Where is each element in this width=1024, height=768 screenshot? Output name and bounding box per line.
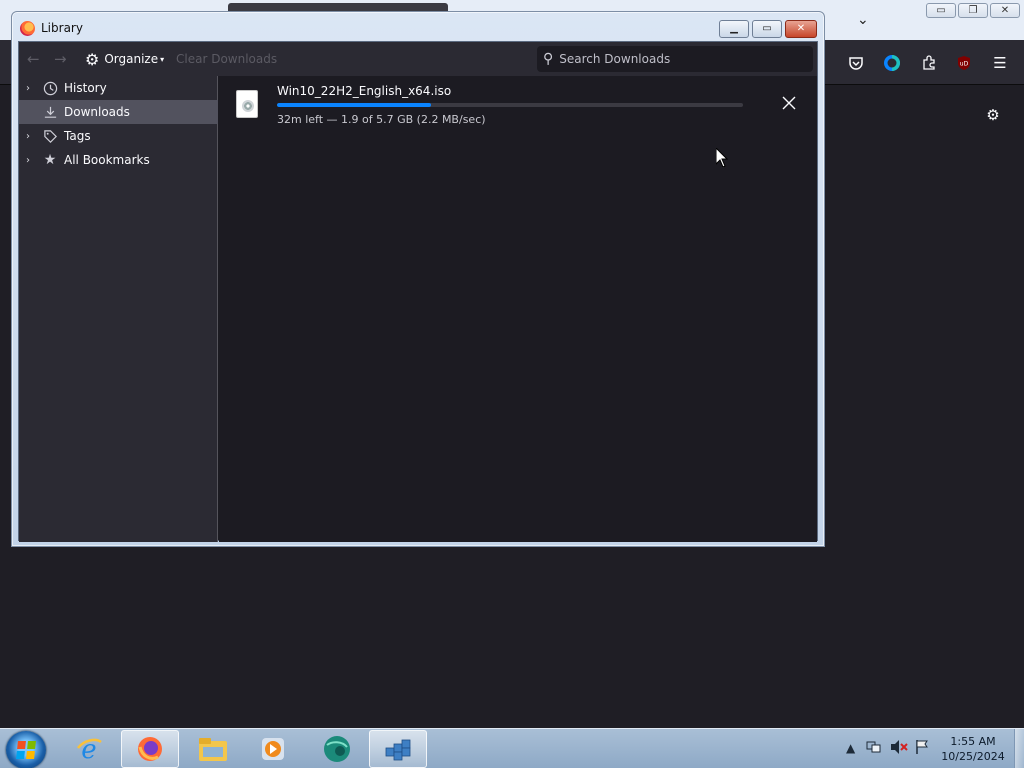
tag-icon [42,128,58,144]
search-downloads-input[interactable] [559,52,780,66]
clear-downloads-button[interactable]: Clear Downloads [176,52,277,66]
taskbar-firefox[interactable] [121,730,179,768]
download-filename: Win10_22H2_English_x64.iso [277,84,452,98]
forward-button[interactable]: → [54,51,72,67]
sidebar-item-downloads[interactable]: Downloads [19,100,218,124]
arrow-right-icon: → [54,50,67,68]
library-maximize-button[interactable]: ▭ [752,20,782,38]
ublock-origin-icon[interactable]: uD [955,54,973,72]
sidebar-item-label: All Bookmarks [64,153,150,167]
expand-chevron-icon[interactable]: › [26,155,38,166]
gear-icon: ⚙ [85,49,100,69]
app-globe-icon [324,736,350,762]
volume-muted-icon[interactable] [890,739,908,758]
organize-label: Organize [104,52,159,66]
firefox-icon [20,21,35,36]
download-progress-bar [277,103,743,107]
download-progress-fill [277,103,431,107]
windows-logo-icon [16,741,36,759]
chevron-down-icon: ▾ [160,54,165,64]
extensions-icon[interactable] [920,54,938,72]
organize-button[interactable]: ⚙ Organize ▾ [85,49,165,69]
start-button[interactable] [6,731,46,768]
sidebar-item-label: Tags [64,129,91,143]
taskbar-clock[interactable]: 1:55 AM 10/25/2024 [940,734,1006,764]
file-explorer-icon [199,738,227,761]
network-icon[interactable] [866,739,882,758]
search-icon: ⚲ [543,51,554,67]
sidebar-item-history[interactable]: › History [19,76,218,100]
media-player-icon [262,738,284,760]
taskbar-globe-app[interactable] [308,730,366,768]
taskbar-internet-explorer[interactable]: e [60,730,118,768]
library-toolbar: ← → ⚙ Organize ▾ Clear Downloads ⚲ [19,42,817,76]
library-sidebar: › History Downloads › Tags › ★ All Bookm… [19,76,218,542]
svg-text:uD: uD [960,61,969,68]
disc-image-file-icon [236,90,258,118]
search-box[interactable]: ⚲ [537,46,813,72]
taskbar-registry-editor[interactable] [369,730,427,768]
sidebar-item-label: History [64,81,107,95]
star-icon: ★ [43,152,57,168]
expand-chevron-icon[interactable]: › [26,131,38,142]
settings-gear-icon[interactable]: ⚙ [984,106,1002,124]
library-window: Library ▁ ▭ ✕ ← → ⚙ Organize ▾ Clear Dow… [11,11,825,547]
library-titlebar: Library ▁ ▭ ✕ [12,12,824,41]
library-title: Library [41,21,83,35]
internet-explorer-icon: e [77,735,102,764]
clock-time: 1:55 AM [950,735,996,748]
clock-icon [42,80,58,96]
pocket-icon[interactable] [847,54,865,72]
downloads-list: Win10_22H2_English_x64.iso 32m left — 1.… [219,76,817,542]
arrow-left-icon: ← [27,50,40,68]
browser-tab[interactable] [228,3,448,11]
library-close-button[interactable]: ✕ [785,20,817,38]
taskbar-media-player[interactable] [244,730,302,768]
firefox-icon [138,737,162,761]
show-hidden-icons-icon[interactable]: ▲ [846,741,855,755]
list-all-tabs-icon[interactable]: ⌄ [857,12,871,28]
back-button[interactable]: ← [27,51,45,67]
browser-close-button[interactable]: ✕ [990,3,1020,18]
close-icon [782,96,796,110]
cancel-download-button[interactable] [780,95,798,113]
account-avatar-icon[interactable] [883,54,901,72]
app-menu-icon[interactable]: ☰ [991,54,1009,72]
download-status: 32m left — 1.9 of 5.7 GB (2.2 MB/sec) [277,113,486,126]
browser-restore-button[interactable]: ❐ [958,3,988,18]
expand-chevron-icon[interactable]: › [26,83,38,94]
browser-minimize-button[interactable]: ▭ [926,3,956,18]
sidebar-item-tags[interactable]: › Tags [19,124,218,148]
sidebar-item-all-bookmarks[interactable]: › ★ All Bookmarks [19,148,218,172]
action-center-flag-icon[interactable] [915,739,929,758]
library-minimize-button[interactable]: ▁ [719,20,749,38]
taskbar-file-explorer[interactable] [184,730,242,768]
show-desktop-button[interactable] [1014,729,1024,768]
registry-editor-icon [385,739,411,761]
download-item[interactable]: Win10_22H2_English_x64.iso 32m left — 1.… [219,76,817,134]
library-body: ← → ⚙ Organize ▾ Clear Downloads ⚲ › [18,41,818,542]
sidebar-item-label: Downloads [64,105,130,119]
clock-date: 10/25/2024 [941,750,1005,763]
taskbar: e ▲ 1:55 AM 10/25/2024 [0,728,1024,768]
download-icon [42,104,58,120]
